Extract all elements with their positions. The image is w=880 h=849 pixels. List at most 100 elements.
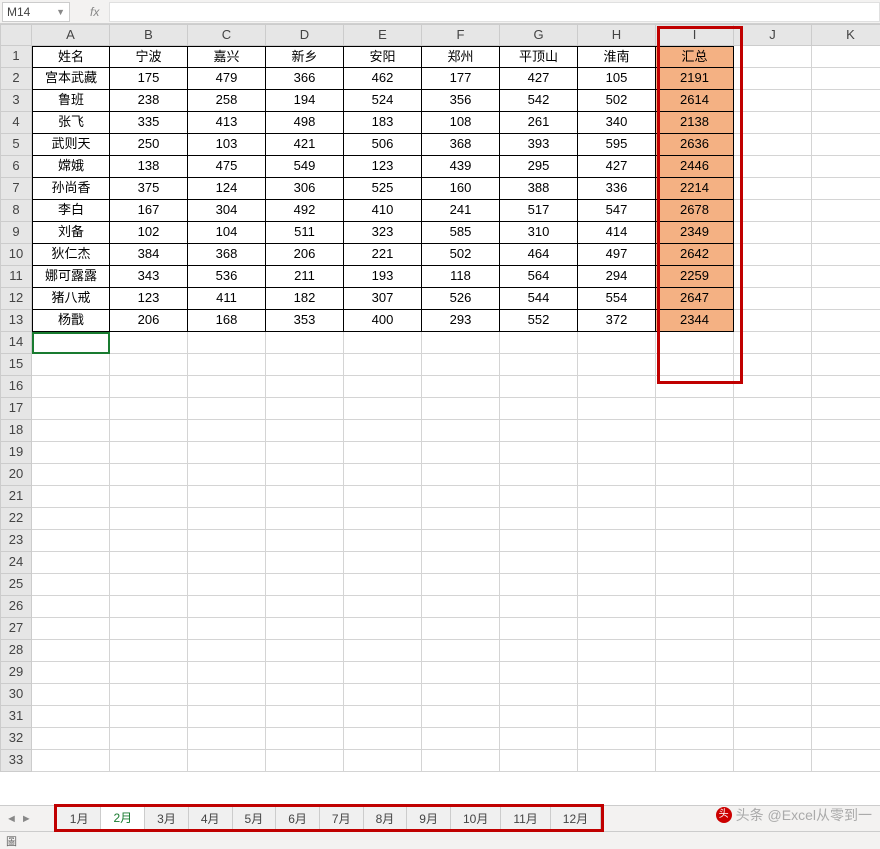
cell-F4[interactable]: 108 bbox=[422, 112, 500, 134]
tab-nav-next-icon[interactable]: ► bbox=[21, 813, 32, 825]
cell-B10[interactable]: 384 bbox=[110, 244, 188, 266]
cell-C13[interactable]: 168 bbox=[188, 310, 266, 332]
cell-G8[interactable]: 517 bbox=[500, 200, 578, 222]
cell-D11[interactable]: 211 bbox=[266, 266, 344, 288]
cell-C26[interactable] bbox=[188, 596, 266, 618]
column-header-C[interactable]: C bbox=[188, 24, 266, 46]
cell-B11[interactable]: 343 bbox=[110, 266, 188, 288]
cell-A2[interactable]: 宫本武藏 bbox=[32, 68, 110, 90]
row-header-21[interactable]: 21 bbox=[0, 486, 32, 508]
cell-I19[interactable] bbox=[656, 442, 734, 464]
cell-D14[interactable] bbox=[266, 332, 344, 354]
cell-F32[interactable] bbox=[422, 728, 500, 750]
cell-I31[interactable] bbox=[656, 706, 734, 728]
cell-F7[interactable]: 160 bbox=[422, 178, 500, 200]
row-header-8[interactable]: 8 bbox=[0, 200, 32, 222]
row-header-9[interactable]: 9 bbox=[0, 222, 32, 244]
cell-H21[interactable] bbox=[578, 486, 656, 508]
cell-B1[interactable]: 宁波 bbox=[110, 46, 188, 68]
cell-K4[interactable] bbox=[812, 112, 880, 134]
cell-H7[interactable]: 336 bbox=[578, 178, 656, 200]
cell-C18[interactable] bbox=[188, 420, 266, 442]
row-header-7[interactable]: 7 bbox=[0, 178, 32, 200]
cell-J15[interactable] bbox=[734, 354, 812, 376]
row-header-26[interactable]: 26 bbox=[0, 596, 32, 618]
cell-D29[interactable] bbox=[266, 662, 344, 684]
row-header-30[interactable]: 30 bbox=[0, 684, 32, 706]
spreadsheet-grid[interactable]: ABCDEFGHIJK1姓名宁波嘉兴新乡安阳郑州平顶山淮南汇总2宫本武藏1754… bbox=[0, 24, 880, 814]
cell-C24[interactable] bbox=[188, 552, 266, 574]
column-header-A[interactable]: A bbox=[32, 24, 110, 46]
cell-F17[interactable] bbox=[422, 398, 500, 420]
cell-C3[interactable]: 258 bbox=[188, 90, 266, 112]
cell-A4[interactable]: 张飞 bbox=[32, 112, 110, 134]
cell-I23[interactable] bbox=[656, 530, 734, 552]
cell-B18[interactable] bbox=[110, 420, 188, 442]
cell-J29[interactable] bbox=[734, 662, 812, 684]
cell-D24[interactable] bbox=[266, 552, 344, 574]
cell-E19[interactable] bbox=[344, 442, 422, 464]
cell-F18[interactable] bbox=[422, 420, 500, 442]
cell-B30[interactable] bbox=[110, 684, 188, 706]
cell-K3[interactable] bbox=[812, 90, 880, 112]
sheet-tab-8月[interactable]: 8月 bbox=[364, 806, 408, 831]
cell-B33[interactable] bbox=[110, 750, 188, 772]
cell-B6[interactable]: 138 bbox=[110, 156, 188, 178]
cell-D20[interactable] bbox=[266, 464, 344, 486]
cell-H25[interactable] bbox=[578, 574, 656, 596]
cell-A5[interactable]: 武则天 bbox=[32, 134, 110, 156]
cell-D4[interactable]: 498 bbox=[266, 112, 344, 134]
sheet-tab-10月[interactable]: 10月 bbox=[451, 806, 501, 831]
cell-E17[interactable] bbox=[344, 398, 422, 420]
cell-E13[interactable]: 400 bbox=[344, 310, 422, 332]
cell-J5[interactable] bbox=[734, 134, 812, 156]
cell-A16[interactable] bbox=[32, 376, 110, 398]
column-header-F[interactable]: F bbox=[422, 24, 500, 46]
cell-A20[interactable] bbox=[32, 464, 110, 486]
cell-G24[interactable] bbox=[500, 552, 578, 574]
cell-F29[interactable] bbox=[422, 662, 500, 684]
cell-H27[interactable] bbox=[578, 618, 656, 640]
cell-C11[interactable]: 536 bbox=[188, 266, 266, 288]
cell-E4[interactable]: 183 bbox=[344, 112, 422, 134]
cell-A17[interactable] bbox=[32, 398, 110, 420]
column-header-B[interactable]: B bbox=[110, 24, 188, 46]
cell-J14[interactable] bbox=[734, 332, 812, 354]
cell-J12[interactable] bbox=[734, 288, 812, 310]
cell-H10[interactable]: 497 bbox=[578, 244, 656, 266]
cell-J22[interactable] bbox=[734, 508, 812, 530]
name-box[interactable]: M14 ▼ bbox=[2, 2, 70, 22]
cell-H24[interactable] bbox=[578, 552, 656, 574]
cell-F15[interactable] bbox=[422, 354, 500, 376]
cell-J1[interactable] bbox=[734, 46, 812, 68]
cell-G30[interactable] bbox=[500, 684, 578, 706]
cell-E11[interactable]: 193 bbox=[344, 266, 422, 288]
cell-B25[interactable] bbox=[110, 574, 188, 596]
cell-J20[interactable] bbox=[734, 464, 812, 486]
cell-H14[interactable] bbox=[578, 332, 656, 354]
cell-G23[interactable] bbox=[500, 530, 578, 552]
cell-D10[interactable]: 206 bbox=[266, 244, 344, 266]
cell-F22[interactable] bbox=[422, 508, 500, 530]
cell-A25[interactable] bbox=[32, 574, 110, 596]
cell-C5[interactable]: 103 bbox=[188, 134, 266, 156]
cell-K24[interactable] bbox=[812, 552, 880, 574]
row-header-6[interactable]: 6 bbox=[0, 156, 32, 178]
cell-I2[interactable]: 2191 bbox=[656, 68, 734, 90]
cell-C20[interactable] bbox=[188, 464, 266, 486]
cell-G17[interactable] bbox=[500, 398, 578, 420]
row-header-17[interactable]: 17 bbox=[0, 398, 32, 420]
cell-B24[interactable] bbox=[110, 552, 188, 574]
row-header-20[interactable]: 20 bbox=[0, 464, 32, 486]
cell-B32[interactable] bbox=[110, 728, 188, 750]
cell-K18[interactable] bbox=[812, 420, 880, 442]
row-header-12[interactable]: 12 bbox=[0, 288, 32, 310]
cell-J30[interactable] bbox=[734, 684, 812, 706]
cell-G31[interactable] bbox=[500, 706, 578, 728]
cell-B20[interactable] bbox=[110, 464, 188, 486]
cell-E31[interactable] bbox=[344, 706, 422, 728]
cell-J23[interactable] bbox=[734, 530, 812, 552]
cell-H19[interactable] bbox=[578, 442, 656, 464]
cell-A6[interactable]: 嫦娥 bbox=[32, 156, 110, 178]
cell-B26[interactable] bbox=[110, 596, 188, 618]
